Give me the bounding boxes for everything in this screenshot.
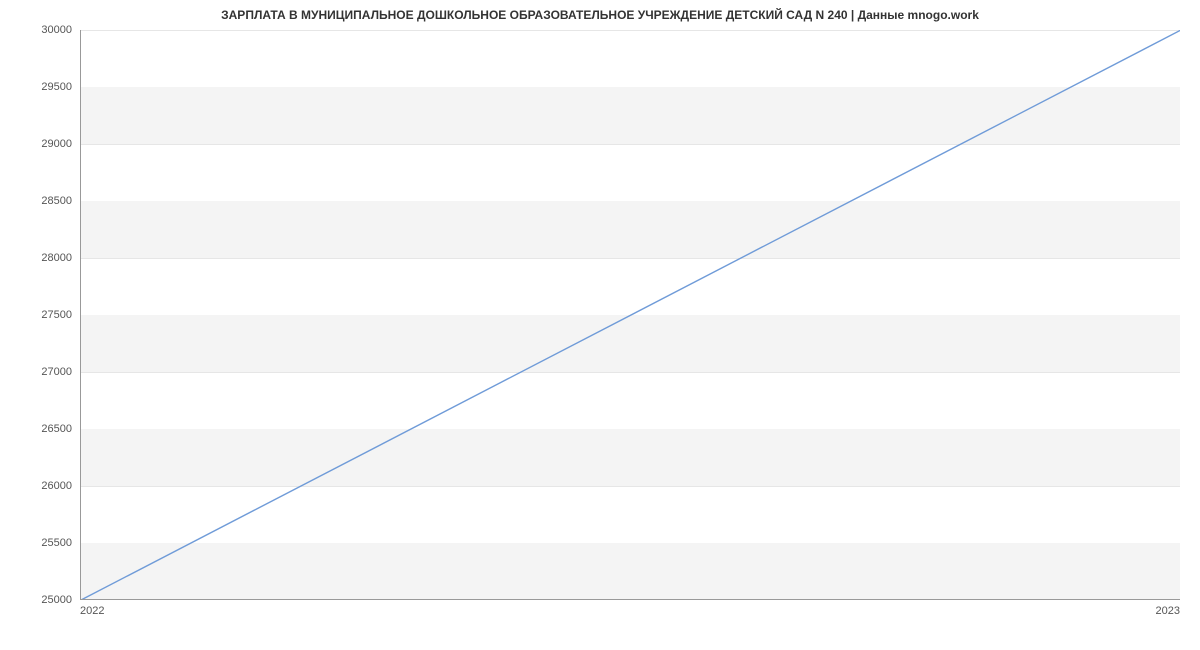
y-tick: 28000 bbox=[12, 252, 72, 264]
y-tick: 27500 bbox=[12, 309, 72, 321]
y-tick: 30000 bbox=[12, 24, 72, 36]
plot-area bbox=[80, 30, 1180, 600]
x-tick-start: 2022 bbox=[80, 605, 104, 617]
y-tick: 25000 bbox=[12, 594, 72, 606]
data-line bbox=[81, 30, 1180, 600]
y-tick: 29000 bbox=[12, 138, 72, 150]
y-tick: 29500 bbox=[12, 81, 72, 93]
x-tick-end: 2023 bbox=[1156, 605, 1180, 617]
y-tick: 27000 bbox=[12, 366, 72, 378]
salary-line-chart: ЗАРПЛАТА В МУНИЦИПАЛЬНОЕ ДОШКОЛЬНОЕ ОБРА… bbox=[0, 0, 1200, 650]
y-tick: 26000 bbox=[12, 480, 72, 492]
chart-title: ЗАРПЛАТА В МУНИЦИПАЛЬНОЕ ДОШКОЛЬНОЕ ОБРА… bbox=[0, 8, 1200, 22]
y-tick: 28500 bbox=[12, 195, 72, 207]
y-tick: 25500 bbox=[12, 537, 72, 549]
y-tick: 26500 bbox=[12, 423, 72, 435]
